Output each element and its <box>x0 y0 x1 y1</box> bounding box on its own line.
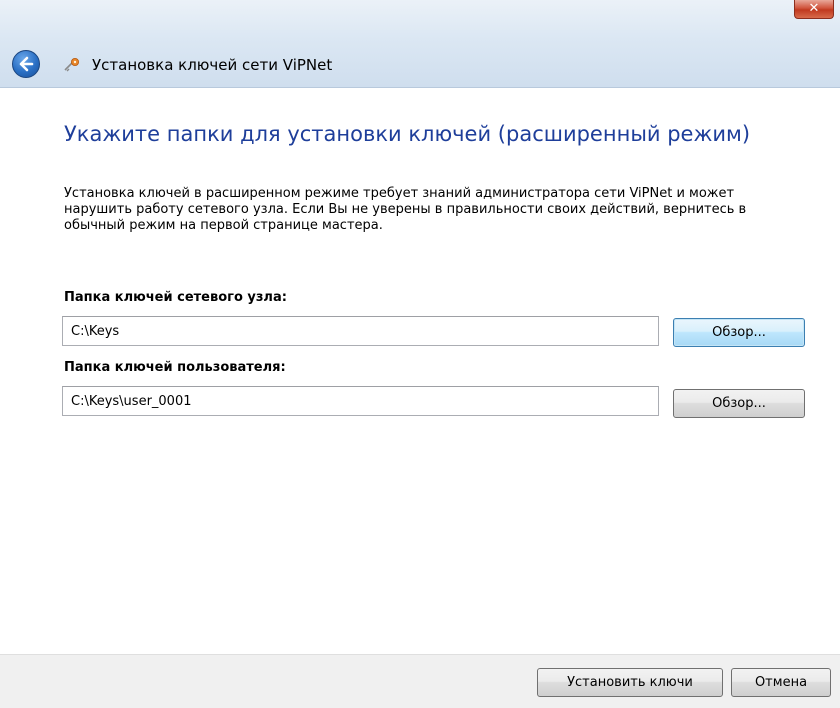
close-icon: ✕ <box>808 1 820 16</box>
node-folder-input[interactable] <box>62 316 659 346</box>
title-bar: ✕ Установка ключей сети ViPNet <box>0 0 840 88</box>
user-folder-label: Папка ключей пользователя: <box>64 360 286 375</box>
back-button[interactable] <box>12 50 40 78</box>
node-folder-browse-button[interactable]: Обзор... <box>673 318 805 347</box>
user-folder-input[interactable] <box>62 386 659 416</box>
footer-bar: Установить ключи Отмена <box>0 654 840 708</box>
wizard-window: ✕ Установка ключей сети ViPNet Укажите п… <box>0 0 840 708</box>
node-folder-label: Папка ключей сетевого узла: <box>64 290 287 305</box>
cancel-button[interactable]: Отмена <box>731 668 831 697</box>
close-button[interactable]: ✕ <box>794 0 834 19</box>
vipnet-key-icon <box>64 58 79 72</box>
user-folder-browse-button[interactable]: Обзор... <box>673 389 805 418</box>
back-arrow-icon <box>19 56 34 72</box>
page-description: Установка ключей в расширенном режиме тр… <box>64 186 747 233</box>
window-title: Установка ключей сети ViPNet <box>92 56 333 74</box>
install-keys-button[interactable]: Установить ключи <box>537 668 723 697</box>
page-heading: Укажите папки для установки ключей (расш… <box>64 122 751 146</box>
